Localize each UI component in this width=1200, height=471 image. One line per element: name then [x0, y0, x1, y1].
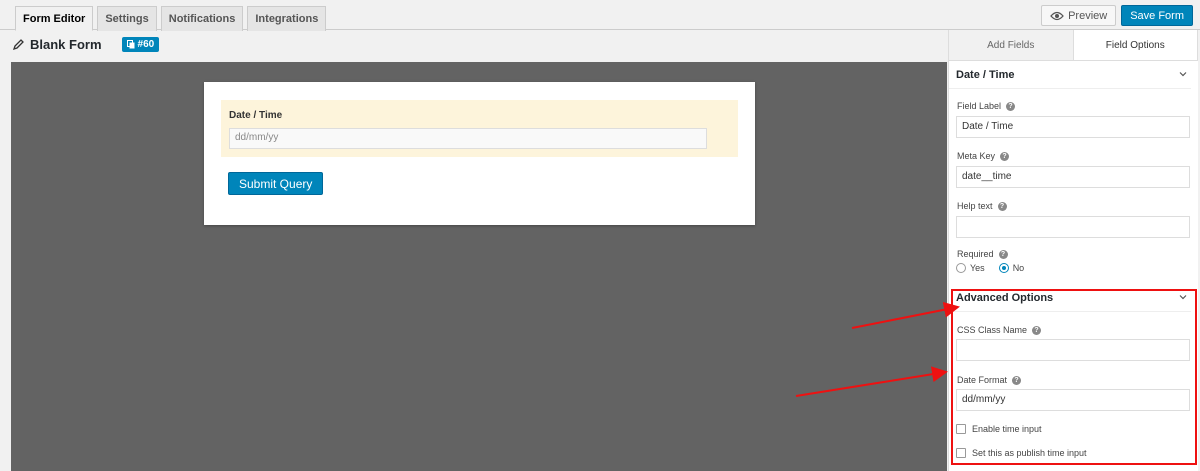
help-icon[interactable]: ?: [1032, 325, 1042, 335]
form-id-label: #60: [137, 39, 155, 50]
publish-time-row: Set this as publish time input: [956, 448, 1087, 458]
date-time-field[interactable]: Date / Time dd/mm/yy: [221, 100, 738, 157]
form-canvas: Date / Time dd/mm/yy Submit Query: [11, 62, 947, 471]
tab-settings[interactable]: Settings: [97, 6, 157, 31]
css-class-input[interactable]: [956, 339, 1190, 361]
field-label-text: Field Label: [957, 101, 1002, 111]
meta-key-input[interactable]: date__time: [956, 166, 1190, 188]
required-label: Required ?: [957, 249, 1008, 259]
required-no-label: No: [1012, 263, 1025, 273]
enable-time-label: Enable time input: [972, 424, 1042, 434]
top-actions: Preview Save Form: [1041, 5, 1193, 26]
help-icon[interactable]: ?: [1012, 375, 1022, 385]
field-label-label: Field Label ?: [957, 101, 1016, 111]
help-text-text: Help text: [957, 201, 993, 211]
form-title-row: Blank Form #60: [12, 37, 160, 52]
css-class-text: CSS Class Name: [957, 325, 1028, 335]
tab-add-fields[interactable]: Add Fields: [949, 30, 1074, 60]
help-text-input[interactable]: [956, 216, 1190, 238]
tab-field-options[interactable]: Field Options: [1073, 30, 1198, 60]
chevron-down-icon: [1179, 72, 1187, 77]
form-title[interactable]: Blank Form: [30, 37, 102, 52]
field-label-input[interactable]: Date / Time: [956, 116, 1190, 138]
tab-integrations[interactable]: Integrations: [247, 6, 327, 31]
date-time-label: Date / Time: [229, 110, 283, 121]
help-icon[interactable]: ?: [997, 201, 1007, 211]
publish-time-label: Set this as publish time input: [972, 448, 1087, 458]
tab-form-editor[interactable]: Form Editor: [15, 6, 94, 31]
css-class-label: CSS Class Name ?: [957, 325, 1042, 335]
help-icon[interactable]: ?: [1006, 101, 1016, 111]
chevron-down-icon: [1179, 295, 1187, 300]
top-bar: Form Editor Settings Notifications Integ…: [0, 0, 1200, 31]
tab-notifications[interactable]: Notifications: [160, 6, 244, 31]
date-time-section-header[interactable]: Date / Time: [949, 61, 1191, 89]
date-format-label: Date Format ?: [957, 375, 1022, 385]
submit-query-button[interactable]: Submit Query: [228, 172, 324, 195]
help-icon[interactable]: ?: [1000, 151, 1010, 161]
date-format-text: Date Format: [957, 375, 1008, 385]
pencil-icon[interactable]: [12, 38, 24, 51]
help-text-label: Help text ?: [957, 201, 1007, 211]
meta-key-label: Meta Key ?: [957, 151, 1010, 161]
date-format-input[interactable]: dd/mm/yy: [956, 389, 1190, 411]
preview-button[interactable]: Preview: [1041, 5, 1117, 26]
required-text: Required: [957, 249, 994, 259]
form-id-badge[interactable]: #60: [121, 37, 160, 52]
preview-label: Preview: [1068, 9, 1108, 22]
advanced-options-header[interactable]: Advanced Options: [949, 284, 1191, 312]
copy-icon: [126, 40, 135, 49]
required-radio-group: Yes No: [956, 263, 1024, 273]
enable-time-checkbox[interactable]: [956, 424, 966, 434]
date-time-input[interactable]: dd/mm/yy: [229, 128, 707, 149]
required-yes-label: Yes: [970, 263, 985, 273]
meta-key-text: Meta Key: [957, 151, 996, 161]
section-title: Date / Time: [956, 68, 1015, 81]
field-options-panel: Add Fields Field Options Date / Time Fie…: [948, 30, 1198, 471]
required-yes-radio[interactable]: [956, 263, 966, 273]
eye-icon: [1050, 11, 1064, 20]
help-icon[interactable]: ?: [998, 249, 1008, 259]
advanced-options-title: Advanced Options: [956, 291, 1054, 304]
panel-tabs: Add Fields Field Options: [949, 30, 1198, 61]
form-preview-card: Date / Time dd/mm/yy Submit Query: [204, 82, 755, 225]
publish-time-checkbox[interactable]: [956, 448, 966, 458]
save-form-button[interactable]: Save Form: [1121, 5, 1193, 26]
enable-time-row: Enable time input: [956, 424, 1042, 434]
required-no-radio[interactable]: [998, 263, 1009, 273]
editor-tabs: Form Editor Settings Notifications Integ…: [15, 6, 327, 31]
